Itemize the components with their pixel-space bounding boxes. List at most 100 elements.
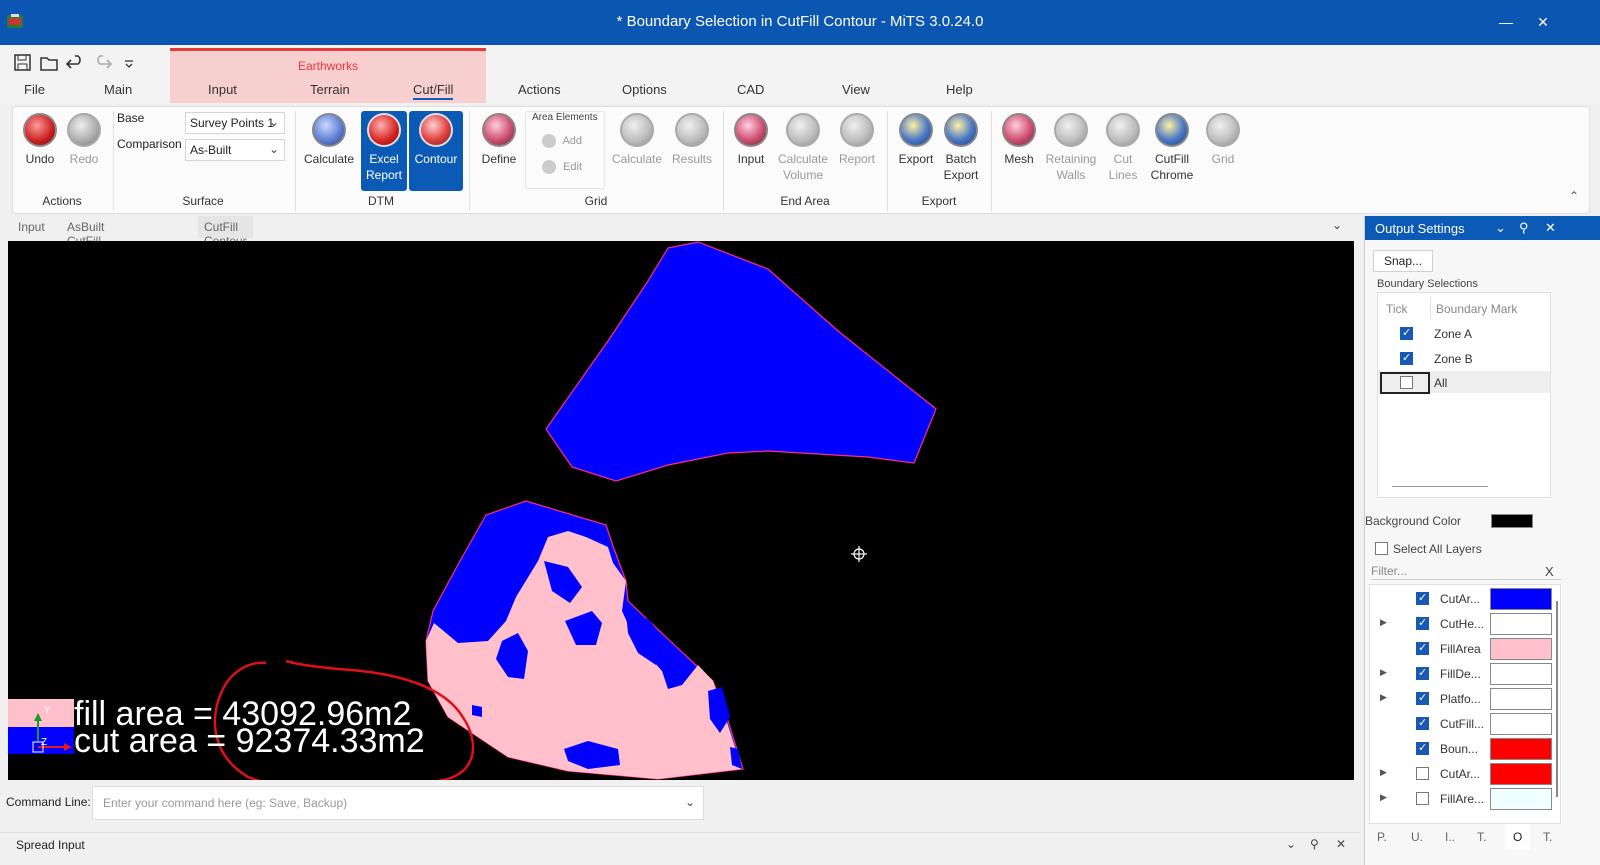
layer-row[interactable]: CutAr... [1374, 587, 1559, 611]
layer-checkbox[interactable] [1416, 616, 1429, 630]
tab-file[interactable]: File [24, 82, 45, 97]
add-area-button[interactable]: Add [542, 134, 582, 148]
panel-tab-i[interactable]: I.. [1445, 830, 1455, 844]
grid-calculate-button[interactable]: Calculate [611, 111, 663, 167]
panel-tab-t2[interactable]: T. [1543, 830, 1552, 844]
layer-checkbox[interactable] [1416, 767, 1429, 780]
undo-icon[interactable] [64, 52, 86, 74]
pin-icon[interactable]: ⚲ [1519, 220, 1529, 236]
layer-color-swatch[interactable] [1490, 788, 1552, 810]
mesh-button[interactable]: Mesh [999, 111, 1039, 167]
define-grid-button[interactable]: Define [477, 111, 521, 167]
end-area-report-button[interactable]: Report [835, 111, 879, 167]
batch-export-button[interactable]: Batch Export [939, 111, 983, 183]
layer-color-swatch[interactable] [1490, 588, 1552, 610]
open-folder-icon[interactable] [38, 52, 60, 74]
doc-tab-input[interactable]: Input [12, 216, 51, 238]
grid-results-button[interactable]: Results [669, 111, 715, 167]
tab-main[interactable]: Main [104, 82, 132, 97]
edit-area-button[interactable]: Edit [542, 160, 582, 174]
expand-arrow-icon[interactable]: ▶ [1380, 767, 1387, 778]
chevron-down-icon[interactable]: ⌄ [1286, 837, 1296, 851]
redo-icon[interactable] [92, 52, 114, 74]
close-icon[interactable]: ✕ [1531, 10, 1555, 34]
layer-color-swatch[interactable] [1490, 713, 1552, 735]
layer-checkbox[interactable] [1416, 792, 1429, 805]
undo-button[interactable]: Undo [19, 111, 61, 167]
snap-button[interactable]: Snap... [1373, 250, 1434, 272]
chevron-down-icon[interactable]: ⌄ [1495, 220, 1506, 236]
zone-a-checkbox[interactable] [1400, 326, 1413, 340]
layer-checkbox[interactable] [1416, 666, 1429, 680]
layer-row[interactable]: ▶ Platfo... [1374, 687, 1559, 711]
tab-cad[interactable]: CAD [737, 82, 764, 97]
layer-checkbox[interactable] [1416, 741, 1429, 755]
background-color-swatch[interactable] [1491, 514, 1533, 528]
zone-b-checkbox[interactable] [1400, 351, 1413, 365]
tab-options[interactable]: Options [622, 82, 667, 97]
layer-checkbox[interactable] [1416, 716, 1429, 730]
panel-tab-t[interactable]: T. [1477, 830, 1486, 844]
layer-row[interactable]: Boun... [1374, 737, 1559, 761]
misc-grid-button[interactable]: Grid [1203, 111, 1243, 167]
save-icon[interactable] [12, 52, 34, 74]
comparison-surface-select[interactable]: As-Built ⌄ [185, 139, 285, 161]
layer-row[interactable]: CutFill... [1374, 712, 1559, 736]
tab-input[interactable]: Input [208, 82, 237, 97]
tab-actions[interactable]: Actions [518, 82, 561, 97]
expand-arrow-icon[interactable]: ▶ [1380, 792, 1387, 803]
base-surface-select[interactable]: Survey Points 1 ⌄ [185, 112, 285, 134]
redo-button[interactable]: Redo [63, 111, 105, 167]
close-icon[interactable]: ✕ [1545, 220, 1556, 236]
end-area-input-button[interactable]: Input [731, 111, 771, 167]
doc-tab-asbuilt-cutfill-volume[interactable]: AsBuilt CutFill Volume [61, 216, 113, 262]
layers-scrollbar[interactable] [1556, 601, 1558, 797]
cut-lines-button[interactable]: Cut Lines [1103, 111, 1143, 183]
layer-row[interactable]: ▶ FillAre... [1374, 787, 1559, 811]
expand-arrow-icon[interactable]: ▶ [1380, 692, 1387, 703]
layer-color-swatch[interactable] [1490, 763, 1552, 785]
scrollbar[interactable] [1392, 486, 1488, 487]
retaining-walls-button[interactable]: Retaining Walls [1043, 111, 1099, 183]
command-line-input[interactable]: Enter your command here (eg: Save, Backu… [92, 786, 704, 820]
layer-checkbox[interactable] [1416, 591, 1429, 605]
tab-cut-fill[interactable]: Cut/Fill [413, 82, 454, 100]
expand-arrow-icon[interactable]: ▶ [1380, 667, 1387, 678]
all-checkbox[interactable] [1400, 376, 1413, 389]
tab-view[interactable]: View [842, 82, 870, 97]
customize-toolbar-icon[interactable] [118, 52, 140, 74]
layer-checkbox[interactable] [1416, 691, 1429, 705]
tab-help[interactable]: Help [946, 82, 973, 97]
layer-row[interactable]: ▶ CutAr... [1374, 762, 1559, 786]
panel-tab-u[interactable]: U. [1411, 830, 1423, 844]
layer-color-swatch[interactable] [1490, 638, 1552, 660]
doc-tab-cutfill-contour[interactable]: CutFill Contour [198, 216, 253, 248]
pin-icon[interactable]: ⚲ [1310, 837, 1319, 851]
cutfill-chrome-button[interactable]: CutFill Chrome [1147, 111, 1197, 183]
layer-color-swatch[interactable] [1490, 688, 1552, 710]
layer-row[interactable]: FillArea [1374, 637, 1559, 661]
export-button[interactable]: Export [895, 111, 937, 167]
layer-color-swatch[interactable] [1490, 663, 1552, 685]
layer-row[interactable]: ▶ CutHe... [1374, 612, 1559, 636]
layer-checkbox[interactable] [1416, 641, 1429, 655]
contour-button[interactable]: Contour [409, 111, 463, 191]
doc-tabs-dropdown-icon[interactable]: ⌄ [1332, 218, 1342, 232]
dtm-calculate-button[interactable]: Calculate [303, 111, 355, 167]
expand-arrow-icon[interactable]: ▶ [1380, 617, 1387, 628]
select-all-layers-checkbox[interactable] [1375, 542, 1388, 555]
layer-color-swatch[interactable] [1490, 613, 1552, 635]
close-icon[interactable]: ✕ [1336, 837, 1346, 851]
layer-row[interactable]: ▶ FillDe... [1374, 662, 1559, 686]
tab-terrain[interactable]: Terrain [310, 82, 350, 97]
drawing-canvas[interactable]: Y Z fill area = 43092.96m2 cut area = 92… [8, 241, 1354, 780]
calculate-volume-button[interactable]: Calculate Volume [775, 111, 831, 183]
panel-tab-p[interactable]: P. [1377, 830, 1387, 844]
layer-color-swatch[interactable] [1490, 738, 1552, 760]
collapse-ribbon-icon[interactable]: ⌃ [1569, 189, 1579, 203]
excel-report-button[interactable]: Excel Report [361, 111, 407, 191]
panel-tab-o[interactable]: O [1505, 824, 1531, 850]
clear-filter-button[interactable]: X [1545, 564, 1554, 579]
layer-filter-input[interactable]: Filter... [1371, 562, 1561, 580]
restore-icon[interactable] [1499, 10, 1523, 34]
